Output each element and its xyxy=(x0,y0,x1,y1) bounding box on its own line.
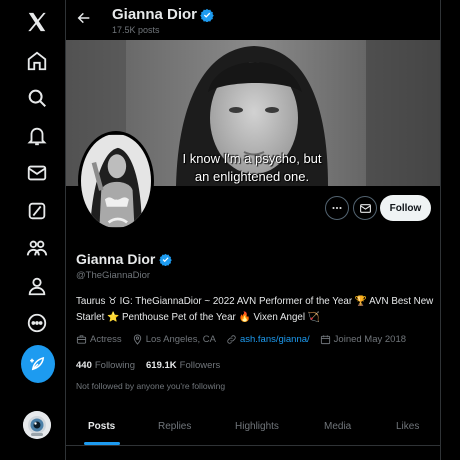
header-title: Gianna Dior xyxy=(112,6,214,23)
followers-stat[interactable]: 619.1K Followers xyxy=(146,360,220,371)
avatar-photo xyxy=(81,134,151,228)
profile-tabs: Posts Replies Highlights Media Likes xyxy=(66,408,440,446)
grok-icon[interactable] xyxy=(18,192,56,230)
profile-header-bar: Gianna Dior 17.5K posts xyxy=(66,0,440,40)
post-icon xyxy=(29,355,47,373)
search-icon[interactable] xyxy=(18,79,56,117)
messages-icon[interactable] xyxy=(18,154,56,192)
banner-caption-line-2: an enlightened one. xyxy=(194,169,310,184)
profile-column: Gianna Dior 17.5K posts I know I'm a psy… xyxy=(65,0,441,460)
follow-button[interactable]: Follow xyxy=(380,195,431,221)
profile-link[interactable]: ash.fans/gianna/ xyxy=(240,334,310,345)
profile-name-row: Gianna Dior xyxy=(76,251,173,267)
left-navigation xyxy=(0,0,62,460)
notifications-icon[interactable] xyxy=(18,117,56,155)
profile-icon[interactable] xyxy=(18,267,56,305)
more-horizontal-icon xyxy=(330,201,344,215)
back-arrow-icon[interactable] xyxy=(74,8,94,28)
following-stat[interactable]: 440 Following xyxy=(76,360,135,371)
following-label: Following xyxy=(94,360,135,371)
joined-text: Joined May 2018 xyxy=(333,334,407,345)
message-button[interactable] xyxy=(353,196,377,220)
not-followed-notice: Not followed by anyone you're following xyxy=(76,381,226,391)
calendar-icon xyxy=(320,334,331,345)
header-posts-count: 17.5K posts xyxy=(112,25,160,35)
message-icon xyxy=(359,202,372,215)
x-logo-icon[interactable] xyxy=(18,3,56,41)
briefcase-icon xyxy=(76,334,87,345)
verified-badge-icon[interactable] xyxy=(159,253,173,266)
occupation-text: Actress xyxy=(90,334,122,345)
more-icon[interactable] xyxy=(18,304,56,342)
joined-item: Joined May 2018 xyxy=(320,334,406,345)
more-options-button[interactable] xyxy=(325,196,349,220)
tab-highlights[interactable]: Highlights xyxy=(235,421,279,432)
tab-replies[interactable]: Replies xyxy=(158,421,191,432)
profile-avatar[interactable] xyxy=(78,131,154,231)
tab-media[interactable]: Media xyxy=(324,421,351,432)
location-pin-icon xyxy=(132,334,143,345)
post-button[interactable] xyxy=(21,345,55,383)
account-avatar[interactable] xyxy=(23,411,51,439)
verified-badge-icon xyxy=(200,8,214,22)
communities-icon[interactable] xyxy=(18,229,56,267)
active-tab-indicator xyxy=(84,442,120,445)
occupation-item: Actress xyxy=(76,334,122,345)
following-count: 440 xyxy=(76,360,92,371)
followers-label: Followers xyxy=(179,360,221,371)
tab-posts[interactable]: Posts xyxy=(88,421,115,432)
profile-handle: @TheGiannaDior xyxy=(76,270,151,281)
header-name: Gianna Dior xyxy=(112,6,198,23)
profile-meta: Actress Los Angeles, CA ash.fans/gianna/… xyxy=(76,334,416,345)
tab-likes[interactable]: Likes xyxy=(396,421,419,432)
link-item: ash.fans/gianna/ xyxy=(226,334,310,345)
follow-stats: 440 Following 619.1K Followers xyxy=(76,360,220,371)
link-icon xyxy=(226,334,237,345)
profile-name: Gianna Dior xyxy=(76,251,156,267)
followers-count: 619.1K xyxy=(146,360,177,371)
banner-caption-line-1: I know I'm a psycho, but xyxy=(182,151,322,166)
profile-bio: Taurus ♉ IG: TheGiannaDior ~ 2022 AVN Pe… xyxy=(76,296,434,323)
home-icon[interactable] xyxy=(18,42,56,80)
location-text: Los Angeles, CA xyxy=(145,334,216,345)
location-item: Los Angeles, CA xyxy=(132,334,216,345)
